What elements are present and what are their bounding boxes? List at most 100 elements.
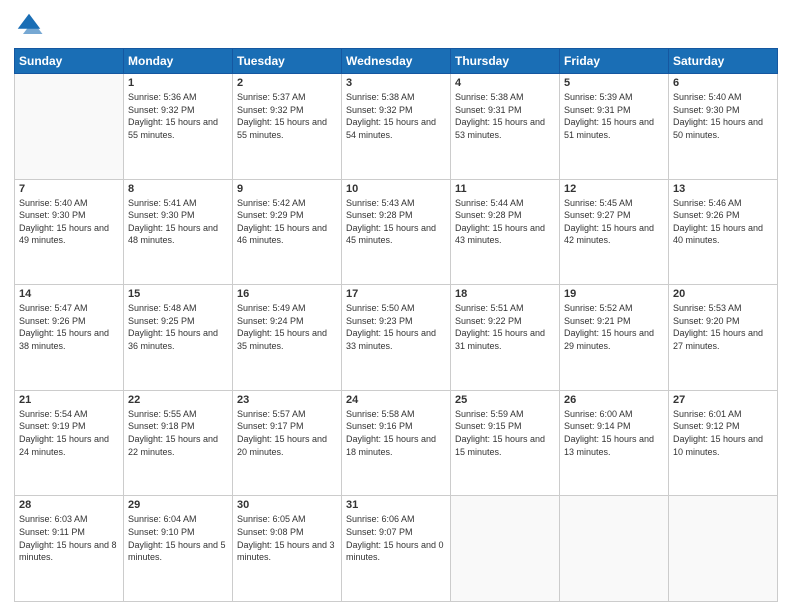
calendar-cell: 16 Sunrise: 5:49 AMSunset: 9:24 PMDayligh… xyxy=(233,285,342,391)
cell-info: Sunrise: 5:51 AMSunset: 9:22 PMDaylight:… xyxy=(455,302,555,352)
calendar-cell: 5 Sunrise: 5:39 AMSunset: 9:31 PMDaylight… xyxy=(560,74,669,180)
calendar-cell: 31Sunrise: 6:06 AMSunset: 9:07 PMDayligh… xyxy=(342,496,451,602)
cell-info: Sunrise: 5:52 AMSunset: 9:21 PMDaylight:… xyxy=(564,302,664,352)
cell-info: Sunrise: 5:57 AMSunset: 9:17 PMDaylight:… xyxy=(237,408,337,458)
calendar-cell: 20Sunrise: 5:53 AMSunset: 9:20 PMDayligh… xyxy=(669,285,778,391)
cell-date: 9 xyxy=(237,183,337,195)
cell-info: Sunrise: 5:59 AMSunset: 9:15 PMDaylight:… xyxy=(455,408,555,458)
cell-info: Sunrise: 5:41 AMSunset: 9:30 PMDaylight:… xyxy=(128,197,228,247)
cell-date: 13 xyxy=(673,183,773,195)
cell-info: Sunrise: 5:58 AMSunset: 9:16 PMDaylight:… xyxy=(346,408,446,458)
calendar-cell xyxy=(451,496,560,602)
cell-date: 1 xyxy=(128,77,228,89)
day-header: Sunday xyxy=(15,49,124,74)
cell-date: 8 xyxy=(128,183,228,195)
calendar-cell: 11Sunrise: 5:44 AMSunset: 9:28 PMDayligh… xyxy=(451,179,560,285)
cell-info: Sunrise: 5:37 AMSunset: 9:32 PMDaylight:… xyxy=(237,91,337,141)
calendar-cell: 6 Sunrise: 5:40 AMSunset: 9:30 PMDaylight… xyxy=(669,74,778,180)
header xyxy=(14,10,778,40)
cell-info: Sunrise: 5:38 AMSunset: 9:31 PMDaylight:… xyxy=(455,91,555,141)
cell-date: 4 xyxy=(455,77,555,89)
calendar-cell: 9 Sunrise: 5:42 AMSunset: 9:29 PMDaylight… xyxy=(233,179,342,285)
calendar-cell: 14Sunrise: 5:47 AMSunset: 9:26 PMDayligh… xyxy=(15,285,124,391)
calendar-week-row: 28Sunrise: 6:03 AMSunset: 9:11 PMDayligh… xyxy=(15,496,778,602)
calendar-cell: 3Sunrise: 5:38 AMSunset: 9:32 PMDaylight… xyxy=(342,74,451,180)
calendar-table: SundayMondayTuesdayWednesdayThursdayFrid… xyxy=(14,48,778,602)
calendar-week-row: 21 Sunrise: 5:54 AMSunset: 9:19 PMDayligh… xyxy=(15,390,778,496)
cell-date: 26 xyxy=(564,394,664,406)
cell-date: 28 xyxy=(19,499,119,511)
cell-date: 5 xyxy=(564,77,664,89)
cell-date: 18 xyxy=(455,288,555,300)
cell-info: Sunrise: 5:54 AMSunset: 9:19 PMDaylight:… xyxy=(19,408,119,458)
calendar-week-row: 7 Sunrise: 5:40 AMSunset: 9:30 PMDaylight… xyxy=(15,179,778,285)
day-header: Wednesday xyxy=(342,49,451,74)
cell-date: 25 xyxy=(455,394,555,406)
cell-info: Sunrise: 5:38 AMSunset: 9:32 PMDaylight:… xyxy=(346,91,446,141)
calendar-cell: 2 Sunrise: 5:37 AMSunset: 9:32 PMDaylight… xyxy=(233,74,342,180)
cell-info: Sunrise: 6:06 AMSunset: 9:07 PMDaylight:… xyxy=(346,513,446,563)
cell-info: Sunrise: 5:40 AMSunset: 9:30 PMDaylight:… xyxy=(673,91,773,141)
cell-info: Sunrise: 5:50 AMSunset: 9:23 PMDaylight:… xyxy=(346,302,446,352)
cell-date: 21 xyxy=(19,394,119,406)
day-header: Thursday xyxy=(451,49,560,74)
cell-info: Sunrise: 5:55 AMSunset: 9:18 PMDaylight:… xyxy=(128,408,228,458)
calendar-cell xyxy=(560,496,669,602)
calendar-cell: 18 Sunrise: 5:51 AMSunset: 9:22 PMDayligh… xyxy=(451,285,560,391)
calendar-header-row: SundayMondayTuesdayWednesdayThursdayFrid… xyxy=(15,49,778,74)
calendar-cell: 30Sunrise: 6:05 AMSunset: 9:08 PMDayligh… xyxy=(233,496,342,602)
calendar-cell: 26 Sunrise: 6:00 AMSunset: 9:14 PMDayligh… xyxy=(560,390,669,496)
day-header: Friday xyxy=(560,49,669,74)
cell-info: Sunrise: 5:48 AMSunset: 9:25 PMDaylight:… xyxy=(128,302,228,352)
cell-info: Sunrise: 5:43 AMSunset: 9:28 PMDaylight:… xyxy=(346,197,446,247)
calendar-cell: 7 Sunrise: 5:40 AMSunset: 9:30 PMDaylight… xyxy=(15,179,124,285)
calendar-page: SundayMondayTuesdayWednesdayThursdayFrid… xyxy=(0,0,792,612)
cell-date: 29 xyxy=(128,499,228,511)
calendar-cell: 19Sunrise: 5:52 AMSunset: 9:21 PMDayligh… xyxy=(560,285,669,391)
calendar-cell: 17 Sunrise: 5:50 AMSunset: 9:23 PMDayligh… xyxy=(342,285,451,391)
cell-info: Sunrise: 5:39 AMSunset: 9:31 PMDaylight:… xyxy=(564,91,664,141)
calendar-cell: 21 Sunrise: 5:54 AMSunset: 9:19 PMDayligh… xyxy=(15,390,124,496)
cell-date: 12 xyxy=(564,183,664,195)
calendar-cell xyxy=(15,74,124,180)
cell-date: 11 xyxy=(455,183,555,195)
calendar-cell: 13 Sunrise: 5:46 AMSunset: 9:26 PMDayligh… xyxy=(669,179,778,285)
cell-date: 6 xyxy=(673,77,773,89)
cell-info: Sunrise: 5:36 AMSunset: 9:32 PMDaylight:… xyxy=(128,91,228,141)
cell-date: 23 xyxy=(237,394,337,406)
calendar-cell: 23 Sunrise: 5:57 AMSunset: 9:17 PMDayligh… xyxy=(233,390,342,496)
calendar-cell: 28Sunrise: 6:03 AMSunset: 9:11 PMDayligh… xyxy=(15,496,124,602)
calendar-cell xyxy=(669,496,778,602)
cell-date: 27 xyxy=(673,394,773,406)
calendar-cell: 8 Sunrise: 5:41 AMSunset: 9:30 PMDaylight… xyxy=(124,179,233,285)
cell-date: 24 xyxy=(346,394,446,406)
cell-info: Sunrise: 5:42 AMSunset: 9:29 PMDaylight:… xyxy=(237,197,337,247)
cell-date: 16 xyxy=(237,288,337,300)
calendar-cell: 4 Sunrise: 5:38 AMSunset: 9:31 PMDaylight… xyxy=(451,74,560,180)
day-header: Monday xyxy=(124,49,233,74)
cell-info: Sunrise: 6:01 AMSunset: 9:12 PMDaylight:… xyxy=(673,408,773,458)
cell-date: 20 xyxy=(673,288,773,300)
cell-date: 15 xyxy=(128,288,228,300)
cell-date: 17 xyxy=(346,288,446,300)
cell-info: Sunrise: 5:49 AMSunset: 9:24 PMDaylight:… xyxy=(237,302,337,352)
calendar-cell: 24 Sunrise: 5:58 AMSunset: 9:16 PMDayligh… xyxy=(342,390,451,496)
calendar-cell: 10 Sunrise: 5:43 AMSunset: 9:28 PMDayligh… xyxy=(342,179,451,285)
cell-info: Sunrise: 6:05 AMSunset: 9:08 PMDaylight:… xyxy=(237,513,337,563)
calendar-cell: 29 Sunrise: 6:04 AMSunset: 9:10 PMDayligh… xyxy=(124,496,233,602)
cell-info: Sunrise: 6:00 AMSunset: 9:14 PMDaylight:… xyxy=(564,408,664,458)
cell-info: Sunrise: 5:46 AMSunset: 9:26 PMDaylight:… xyxy=(673,197,773,247)
cell-info: Sunrise: 5:40 AMSunset: 9:30 PMDaylight:… xyxy=(19,197,119,247)
calendar-cell: 27 Sunrise: 6:01 AMSunset: 9:12 PMDayligh… xyxy=(669,390,778,496)
cell-date: 2 xyxy=(237,77,337,89)
calendar-cell: 15 Sunrise: 5:48 AMSunset: 9:25 PMDayligh… xyxy=(124,285,233,391)
calendar-cell: 1 Sunrise: 5:36 AMSunset: 9:32 PMDaylight… xyxy=(124,74,233,180)
day-header: Tuesday xyxy=(233,49,342,74)
cell-date: 7 xyxy=(19,183,119,195)
logo-icon xyxy=(14,10,44,40)
cell-info: Sunrise: 6:04 AMSunset: 9:10 PMDaylight:… xyxy=(128,513,228,563)
cell-date: 10 xyxy=(346,183,446,195)
calendar-cell: 22Sunrise: 5:55 AMSunset: 9:18 PMDayligh… xyxy=(124,390,233,496)
logo xyxy=(14,10,48,40)
calendar-week-row: 14Sunrise: 5:47 AMSunset: 9:26 PMDayligh… xyxy=(15,285,778,391)
